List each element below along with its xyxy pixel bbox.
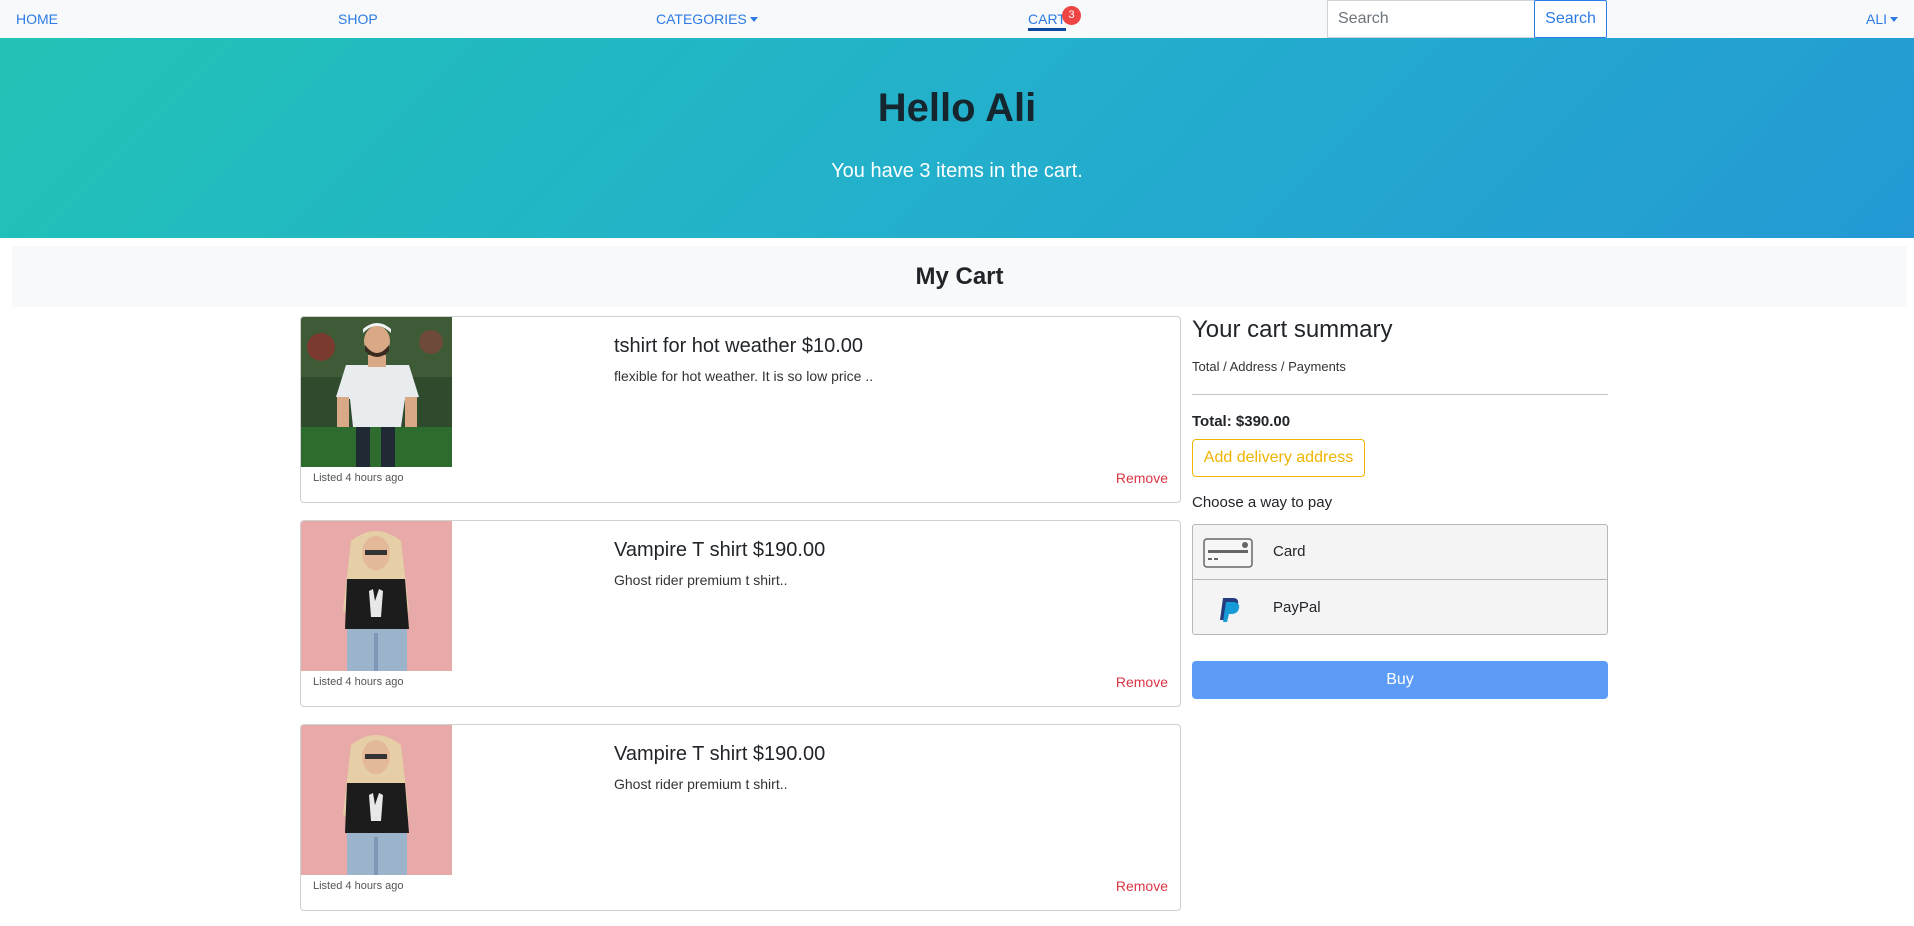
summary-divider — [1192, 394, 1608, 395]
summary-total-value: Total: $390.00 — [1192, 413, 1291, 430]
buy-button[interactable]: Buy — [1192, 661, 1608, 699]
nav-home-link[interactable]: HOME — [16, 11, 58, 27]
caret-down-icon — [1890, 16, 1898, 22]
nav-shop-link[interactable]: SHOP — [338, 11, 378, 27]
nav-cart-link[interactable]: CART — [1028, 11, 1066, 31]
nav-categories-label: CATEGORIES — [656, 11, 747, 27]
item-title: tshirt for hot weather $10.00 — [614, 335, 864, 357]
hero-title: Hello Ali — [877, 86, 1037, 130]
item-title: Vampire T shirt $190.00 — [614, 743, 826, 765]
item-listed-time: Listed 4 hours ago — [313, 472, 404, 484]
summary-title: Your cart summary — [1192, 316, 1393, 343]
caret-down-icon — [749, 16, 758, 22]
item-listed-time: Listed 4 hours ago — [313, 676, 404, 688]
paypal-icon — [1203, 594, 1253, 624]
remove-item-link[interactable]: Remove — [1116, 674, 1168, 690]
my-cart-title: My Cart — [915, 263, 1004, 290]
remove-item-link[interactable]: Remove — [1116, 878, 1168, 894]
hero-banner: Hello Ali You have 3 items in the cart. — [0, 38, 1914, 238]
top-navbar: HOME SHOP CATEGORIES CART 3 Search ALI — [0, 0, 1914, 38]
search-button[interactable]: Search — [1534, 0, 1607, 38]
item-description: flexible for hot weather. It is so low p… — [614, 368, 874, 384]
summary-total: Total: $390.00 — [1192, 413, 1290, 430]
search-input[interactable] — [1327, 0, 1535, 38]
product-image — [301, 317, 452, 467]
payment-options: Card PayPal — [1192, 524, 1608, 635]
cart-item: tshirt for hot weather $10.00 flexible f… — [300, 316, 1181, 503]
cart-item: Vampire T shirt $190.00 Ghost rider prem… — [300, 724, 1181, 911]
credit-card-icon — [1203, 538, 1253, 568]
my-cart-header: My Cart — [12, 246, 1907, 307]
item-description: Ghost rider premium t shirt.. — [614, 572, 788, 588]
pay-option-paypal[interactable]: PayPal — [1193, 581, 1607, 634]
item-title: Vampire T shirt $190.00 — [614, 539, 826, 561]
product-image — [301, 521, 452, 671]
summary-breadcrumb: Total / Address / Payments — [1192, 359, 1346, 374]
cart-item: Vampire T shirt $190.00 Ghost rider prem… — [300, 520, 1181, 707]
add-delivery-address-button[interactable]: Add delivery address — [1192, 439, 1365, 477]
user-name-label: ALI — [1865, 11, 1887, 27]
product-image — [301, 725, 452, 875]
cart-count-badge: 3 — [1062, 6, 1081, 25]
nav-categories-dropdown[interactable]: CATEGORIES — [656, 11, 758, 27]
remove-item-link[interactable]: Remove — [1116, 470, 1168, 486]
item-listed-time: Listed 4 hours ago — [313, 880, 404, 892]
user-menu-dropdown[interactable]: ALI — [1866, 11, 1898, 27]
item-description: Ghost rider premium t shirt.. — [614, 776, 788, 792]
pay-option-label: Card — [1273, 543, 1306, 560]
hero-subtitle: You have 3 items in the cart. — [831, 160, 1083, 182]
payment-method-label: Choose a way to pay — [1192, 494, 1333, 511]
pay-option-label: PayPal — [1273, 599, 1321, 616]
pay-option-card[interactable]: Card — [1193, 525, 1607, 580]
